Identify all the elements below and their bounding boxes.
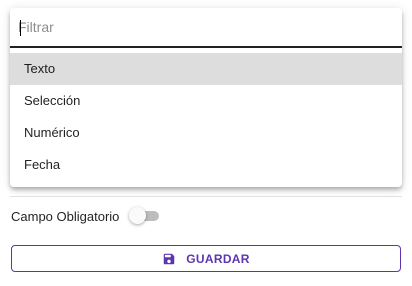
option-texto[interactable]: Texto: [10, 53, 402, 85]
save-icon: [162, 252, 176, 266]
required-field-toggle[interactable]: [129, 206, 163, 226]
required-field-label: Campo Obligatorio: [11, 208, 120, 224]
toggle-thumb[interactable]: [129, 207, 147, 224]
option-seleccion[interactable]: Selección: [10, 85, 402, 117]
type-select-dropdown: Texto Selección Numérico Fecha: [10, 8, 402, 187]
option-fecha[interactable]: Fecha: [10, 149, 402, 181]
filter-input[interactable]: [18, 16, 388, 38]
option-list: Texto Selección Numérico Fecha: [10, 53, 402, 181]
text-cursor: [20, 20, 21, 36]
required-field-row: Campo Obligatorio: [11, 206, 163, 226]
save-button[interactable]: GUARDAR: [11, 245, 401, 272]
save-button-label: GUARDAR: [186, 251, 250, 266]
filter-field[interactable]: [10, 8, 402, 48]
option-numerico[interactable]: Numérico: [10, 117, 402, 149]
divider: [10, 196, 402, 197]
